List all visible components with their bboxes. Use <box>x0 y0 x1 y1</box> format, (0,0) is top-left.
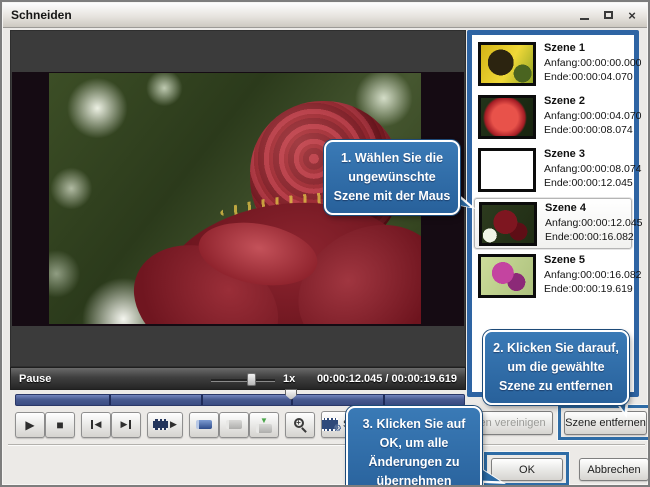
scene-2-thumbnail <box>478 95 536 139</box>
step-arrow-icon: ▶ <box>170 420 177 429</box>
timeline[interactable] <box>15 394 465 406</box>
zoom-in-button[interactable]: + <box>285 412 315 438</box>
speed-slider[interactable] <box>211 377 275 383</box>
scene-4-thumbnail <box>479 202 537 246</box>
scene-boundary-marker <box>201 395 203 405</box>
set-begin-marker-button[interactable] <box>189 412 219 438</box>
scene-name: Szene 5 <box>544 254 632 266</box>
title-bar[interactable]: Schneiden × <box>3 3 647 28</box>
scene-start-time: 00:00:04.070 <box>580 109 641 123</box>
step-forward-button[interactable]: ▶ <box>147 412 183 438</box>
playback-state-label: Pause <box>19 373 51 385</box>
scene-end-time: 00:00:19.619 <box>571 282 632 296</box>
stop-button[interactable]: ■ <box>45 412 75 438</box>
trim-start-icon <box>196 420 212 429</box>
callout-step-1: 1. Wählen Sie die ungewünschte Szene mit… <box>324 140 460 215</box>
scene-row-3[interactable]: Szene 3 Anfang:00:00:08.074 Ende:00:00:1… <box>474 145 632 196</box>
scene-5-thumbnail <box>478 254 536 298</box>
callout-step-2: 2. Klicken Sie darauf, um die gewählte S… <box>483 330 629 405</box>
film-gear-icon: ⚙ <box>322 418 338 431</box>
scene-name: Szene 2 <box>544 95 632 107</box>
split-scene-button[interactable]: ▼ <box>249 412 279 438</box>
split-icon: ▼ <box>256 417 272 433</box>
scene-name: Szene 4 <box>545 202 633 214</box>
playhead-marker[interactable] <box>285 389 297 400</box>
callout-3-tail <box>478 458 506 484</box>
scene-row-4-selected[interactable]: Szene 4 Anfang:00:00:12.045 Ende:00:00:1… <box>474 198 632 249</box>
playback-status-bar: Pause 1x 00:00:12.045 / 00:00:19.619 <box>10 367 466 390</box>
scene-end-time: 00:00:08.074 <box>571 123 632 137</box>
speed-label: 1x <box>283 373 295 385</box>
previous-icon: ◀ <box>95 420 102 429</box>
time-display: 00:00:12.045 / 00:00:19.619 <box>317 373 457 385</box>
set-end-marker-button[interactable] <box>219 412 249 438</box>
scene-boundary-marker <box>383 395 385 405</box>
scene-row-2[interactable]: Szene 2 Anfang:00:00:04.070 Ende:00:00:0… <box>474 92 632 143</box>
previous-scene-button[interactable]: ◀ <box>81 412 111 438</box>
magnifier-icon: + <box>294 418 307 431</box>
window-title: Schneiden <box>11 8 72 22</box>
scene-start-time: 00:00:00.000 <box>580 56 641 70</box>
next-scene-button[interactable]: ▶ <box>111 412 141 438</box>
window-controls: × <box>577 8 639 22</box>
scene-3-thumbnail <box>478 148 536 192</box>
play-icon: ▶ <box>25 419 34 431</box>
scene-row-5[interactable]: Szene 5 Anfang:00:00:16.082 Ende:00:00:1… <box>474 251 632 302</box>
next-icon: ▶ <box>121 420 128 429</box>
close-icon[interactable]: × <box>625 8 639 22</box>
play-button[interactable]: ▶ <box>15 412 45 438</box>
maximize-icon[interactable] <box>601 8 615 22</box>
scene-1-thumbnail <box>478 42 536 86</box>
separator-line <box>8 444 645 446</box>
scene-boundary-marker <box>109 395 111 405</box>
scene-end-time: 00:00:12.045 <box>571 176 632 190</box>
scene-start-time: 00:00:12.045 <box>581 216 642 230</box>
schneiden-dialog: Schneiden × Pause 1x 00:00:12.045 / <box>0 0 650 487</box>
trim-end-icon <box>226 420 242 429</box>
scene-start-time: 00:00:16.082 <box>580 268 641 282</box>
scene-start-time: 00:00:08.074 <box>580 162 641 176</box>
callout-step-3: 3. Klicken Sie auf OK, um alle Änderunge… <box>346 406 482 487</box>
filmstrip-icon <box>153 419 168 430</box>
scene-name: Szene 1 <box>544 42 632 54</box>
speed-slider-handle[interactable] <box>247 373 256 386</box>
cancel-button[interactable]: Abbrechen <box>579 458 649 481</box>
scene-name: Szene 3 <box>544 148 632 160</box>
stop-icon: ■ <box>56 419 63 431</box>
minimize-icon[interactable] <box>577 8 591 22</box>
scene-end-time: 00:00:04.070 <box>571 70 632 84</box>
scene-row-1[interactable]: Szene 1 Anfang:00:00:00.000 Ende:00:00:0… <box>474 39 632 90</box>
scene-end-time: 00:00:16.082 <box>572 230 633 244</box>
